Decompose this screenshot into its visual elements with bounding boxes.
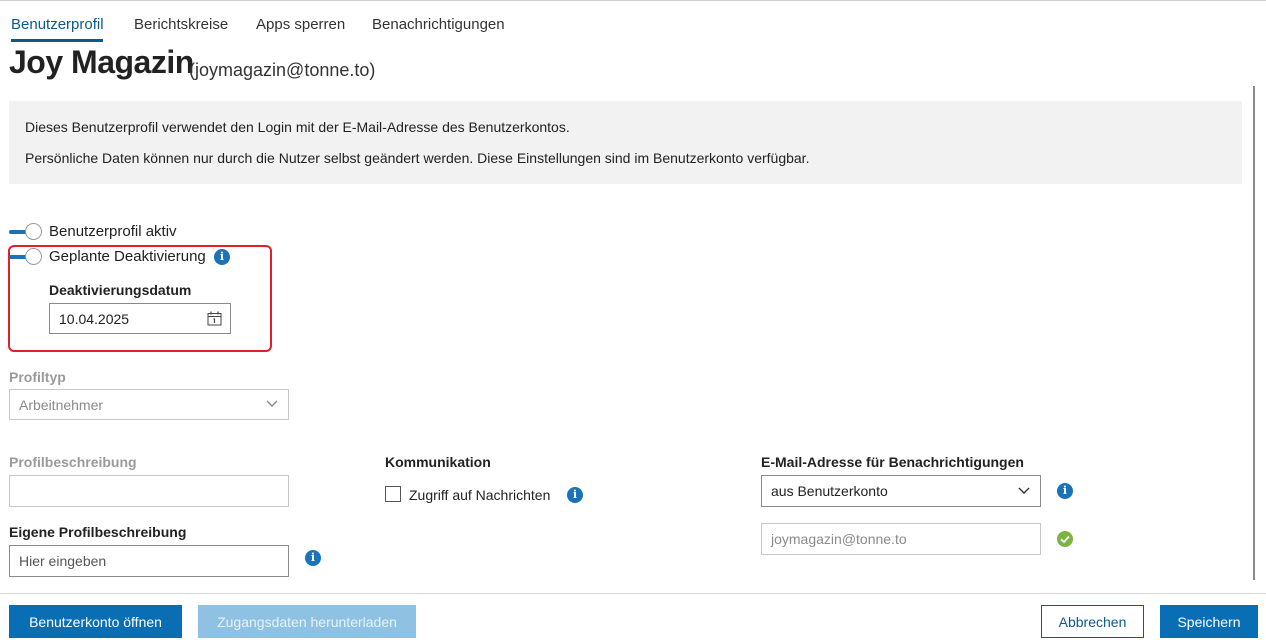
tab-benutzerprofil[interactable]: Benutzerprofil: [11, 16, 104, 33]
scrollbar[interactable]: [1253, 86, 1255, 580]
profile-description-input[interactable]: [9, 475, 289, 507]
profile-type-value: Arbeitnehmer: [19, 396, 104, 413]
highlight-frame: [8, 245, 272, 352]
deactivation-date-input[interactable]: 10.04.2025: [49, 303, 231, 334]
toggle-knob: [25, 223, 42, 240]
page-title: Joy Magazin: [9, 44, 194, 80]
messages-access-label: Zugriff auf Nachrichten: [409, 487, 551, 503]
info-icon[interactable]: i: [305, 550, 321, 566]
deactivation-date-label: Deaktivierungsdatum: [49, 282, 192, 298]
notification-email-label: E-Mail-Adresse für Benachrichtigungen: [761, 454, 1024, 470]
notification-email-address-input[interactable]: joymagazin@tonne.to: [761, 523, 1041, 555]
active-tab-indicator: [11, 39, 103, 42]
cancel-button[interactable]: Abbrechen: [1041, 605, 1144, 638]
own-description-label: Eigene Profilbeschreibung: [9, 524, 187, 540]
tab-apps-sperren[interactable]: Apps sperren: [256, 16, 345, 33]
profile-type-select[interactable]: Arbeitnehmer: [9, 389, 289, 420]
tab-bar: Benutzerprofil Berichtskreise Apps sperr…: [0, 0, 1266, 42]
chevron-down-icon: [1018, 487, 1030, 494]
open-account-button[interactable]: Benutzerkonto öffnen: [9, 605, 182, 638]
messages-access-checkbox[interactable]: [385, 486, 401, 502]
calendar-icon[interactable]: [207, 311, 222, 326]
checkmark-glyph: [1060, 535, 1070, 544]
own-description-input[interactable]: Hier eingeben: [9, 545, 289, 577]
notification-email-source-select[interactable]: aus Benutzerkonto: [761, 475, 1041, 507]
profile-active-toggle[interactable]: [9, 223, 43, 241]
check-circle-icon: [1057, 531, 1073, 547]
profile-active-label: Benutzerprofil aktiv: [49, 223, 177, 240]
chevron-down-icon: [266, 400, 278, 407]
own-description-placeholder: Hier eingeben: [19, 553, 107, 569]
notification-email-source-value: aus Benutzerkonto: [771, 483, 888, 499]
communication-label: Kommunikation: [385, 454, 491, 470]
info-line-1: Dieses Benutzerprofil verwendet den Logi…: [25, 119, 570, 135]
profile-description-label: Profilbeschreibung: [9, 454, 137, 470]
notification-email-address-value: joymagazin@tonne.to: [771, 531, 907, 547]
footer-divider: [0, 593, 1266, 594]
page-subtitle-email: (joymagazin@tonne.to): [189, 60, 376, 80]
info-box: Dieses Benutzerprofil verwendet den Logi…: [9, 101, 1242, 184]
info-line-2: Persönliche Daten können nur durch die N…: [25, 150, 810, 166]
download-credentials-button[interactable]: Zugangsdaten herunterladen: [198, 605, 416, 638]
info-icon[interactable]: i: [567, 487, 583, 503]
profile-type-label: Profiltyp: [9, 369, 66, 385]
deactivation-date-value: 10.04.2025: [59, 310, 130, 327]
info-icon[interactable]: i: [1057, 483, 1073, 499]
tab-berichtskreise[interactable]: Berichtskreise: [134, 16, 228, 33]
save-button[interactable]: Speichern: [1160, 605, 1258, 638]
tab-benachrichtigungen[interactable]: Benachrichtigungen: [372, 16, 505, 33]
